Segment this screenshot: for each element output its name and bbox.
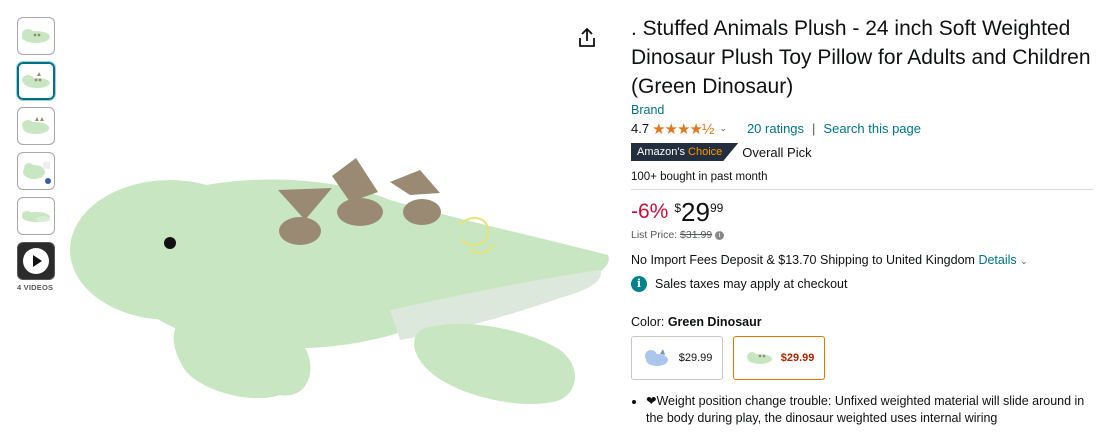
amazons-choice-row: Amazon's Choice Overall Pick [631,143,1093,161]
shipping-row: No Import Fees Deposit & $13.70 Shipping… [631,253,1093,267]
swatch-price: $29.99 [780,352,815,364]
dino-thumbnail-icon [22,117,49,134]
bought-in-past-month: 100+ bought in past month [631,171,1093,190]
feature-bullet: ❤Weight position change trouble: Unfixed… [646,393,1093,427]
list-price-value: $31.99 [680,229,713,241]
share-icon[interactable] [577,27,597,49]
tax-text: Sales taxes may apply at checkout [655,277,848,291]
swatch-green-dinosaur[interactable]: $29.99 [733,336,825,380]
color-swatches: $29.99 $29.99 [631,336,1093,380]
dino-thumbnail-icon [22,29,50,43]
product-info: . Stuffed Animals Plush - 24 inch Soft W… [631,14,1093,427]
green-dino-thumbnail-icon [746,352,772,364]
discount-percent: -6% [631,200,669,223]
dino-thumbnail-icon [22,72,50,88]
dino-thumbnail-icon [23,162,51,184]
chevron-down-icon[interactable]: ⌄ [719,123,727,134]
rating-value: 4.7 [631,121,650,136]
info-icon: i [631,276,647,292]
price-whole: 29 [681,197,710,227]
play-icon [23,248,49,274]
title-text: . Stuffed Animals Plush - 24 inch Soft W… [631,17,1091,98]
thumbnail-1[interactable] [17,17,55,55]
badge-label: Overall Pick [742,144,812,160]
shipping-details-link[interactable]: Details [978,253,1016,267]
price-currency: $ [674,201,682,215]
divider: | [812,121,816,136]
badge-choice: Choice [688,146,723,158]
list-price-row: List Price: $31.99 i [631,229,1093,241]
search-page-link[interactable]: Search this page [823,121,921,136]
thumbnail-5[interactable] [17,197,55,235]
star-rating-icon[interactable]: ★★★★½ [652,120,714,138]
dino-thumbnail-icon [22,211,50,222]
amazons-choice-badge[interactable]: Amazon's Choice [631,143,739,161]
rating-row: 4.7 ★★★★½ ⌄ 20 ratings | Search this pag… [631,120,1093,138]
thumbnail-3[interactable] [17,107,55,145]
brand-link[interactable]: Brand [631,103,1093,117]
blue-dino-thumbnail-icon [644,349,668,366]
price-row: -6% $ 29 99 [631,199,1093,225]
shipping-text: No Import Fees Deposit & $13.70 Shipping… [631,253,975,267]
feature-bullets: ❤Weight position change trouble: Unfixed… [631,393,1093,427]
chevron-down-icon[interactable]: ⌄ [1020,256,1028,266]
price-fraction: 99 [709,201,724,215]
thumbnail-4[interactable] [17,152,55,190]
product-title: . Stuffed Animals Plush - 24 inch Soft W… [631,14,1093,101]
thumbnail-2[interactable] [16,61,56,101]
thumbnail-video[interactable] [17,242,55,280]
color-value: Green Dinosaur [667,315,762,329]
info-icon[interactable]: i [715,230,725,240]
badge-prefix: Amazon's [637,146,685,158]
list-price-label: List Price: [631,229,678,241]
videos-count-label: 4 VIDEOS [17,283,54,292]
swatch-price: $29.99 [678,352,713,364]
ratings-count-link[interactable]: 20 ratings [747,121,804,136]
swatch-blue-dinosaur[interactable]: $29.99 [631,336,723,380]
color-label: Color: [631,315,665,329]
tax-notice: i Sales taxes may apply at checkout [631,276,1093,292]
thumbnail-strip: 4 VIDEOS [16,17,57,292]
main-product-image [70,158,609,405]
color-selector-label: Color: Green Dinosaur [631,315,1093,329]
